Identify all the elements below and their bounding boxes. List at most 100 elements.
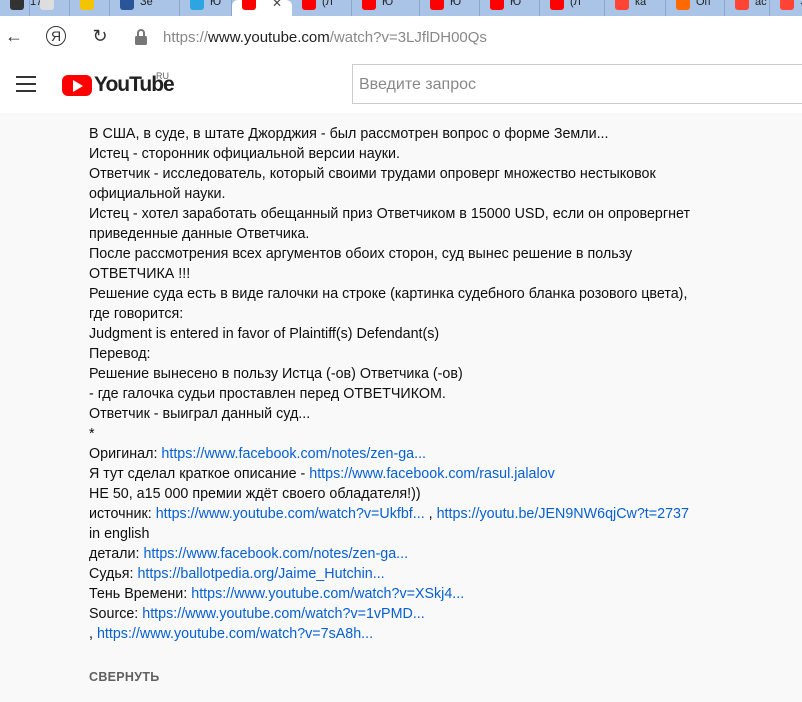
lock-icon	[135, 29, 147, 45]
browser-tab[interactable]: Ю	[480, 0, 540, 16]
description-text: ,	[424, 506, 437, 522]
logo-region: RU	[156, 71, 169, 81]
description-line: Ответчик - исследователь, который своими…	[89, 164, 789, 184]
collapse-button[interactable]: СВЕРНУТЬ	[89, 670, 160, 684]
description-line: Истец - хотел заработать обещанный приз …	[89, 204, 789, 224]
description-line: Judgment is entered in favor of Plaintif…	[89, 324, 789, 344]
tab-favicon-icon	[190, 0, 204, 10]
browser-tab[interactable]: (Л	[292, 0, 352, 16]
browser-tab[interactable]: Ю	[352, 0, 420, 16]
description-link[interactable]: https://www.youtube.com/watch?v=7sA8h...	[97, 626, 373, 642]
description-line: , https://www.youtube.com/watch?v=7sA8h.…	[89, 624, 789, 644]
tab-favicon-icon	[120, 0, 134, 10]
tab-label: Ю	[510, 0, 522, 8]
tab-favicon-icon	[550, 0, 564, 10]
description-line: Source: https://www.youtube.com/watch?v=…	[89, 604, 789, 624]
description-line: НЕ 50, а15 000 премии ждёт своего облада…	[89, 484, 789, 504]
browser-tab[interactable]: ас	[725, 0, 770, 16]
browser-tab[interactable]: Ю	[180, 0, 232, 16]
tab-label: Ю	[210, 0, 222, 8]
description-text: Судья:	[89, 566, 138, 582]
tab-label: ас	[755, 0, 767, 8]
browser-tab[interactable]: Ю	[420, 0, 480, 16]
browser-address-bar: ← Я ↻ https://www.youtube.com/watch?v=3L…	[0, 16, 802, 59]
tab-label: Ю	[382, 0, 394, 8]
description-line: Решение вынесено в пользу Истца (-ов) От…	[89, 364, 789, 384]
description-link[interactable]: https://www.facebook.com/notes/zen-ga...	[143, 546, 408, 562]
description-link[interactable]: https://www.facebook.com/notes/zen-ga...	[161, 446, 426, 462]
tab-favicon-icon	[80, 0, 94, 10]
description-line: Судья: https://ballotpedia.org/Jaime_Hut…	[89, 564, 789, 584]
url-path: /watch?v=3LJflDH00Qs	[329, 29, 487, 46]
description-line: Тень Времени: https://www.youtube.com/wa…	[89, 584, 789, 604]
description-line: официальной науки.	[89, 184, 789, 204]
description-text: Source:	[89, 606, 143, 622]
description-line: - где галочка судьи проставлен перед ОТВ…	[89, 384, 789, 404]
description-link[interactable]: https://www.youtube.com/watch?v=Ukfbf...	[156, 506, 425, 522]
tab-label: Оп	[696, 0, 711, 8]
browser-tab[interactable]: 17	[0, 0, 42, 16]
browser-tab[interactable]	[70, 0, 110, 16]
description-line: приведенные данные Ответчика.	[89, 224, 789, 244]
description-text: В США, в суде, в штате Джорджия - был ра…	[89, 126, 609, 142]
browser-tab[interactable]: ЭЙ	[770, 0, 802, 16]
browser-tab[interactable]	[30, 0, 70, 16]
tab-favicon-icon	[362, 0, 376, 10]
hamburger-menu-icon[interactable]	[16, 76, 36, 92]
tab-favicon-icon	[40, 0, 54, 10]
tab-label: (Л	[322, 0, 333, 8]
description-text: НЕ 50, а15 000 премии ждёт своего облада…	[89, 486, 421, 502]
description-text: Оригинал:	[89, 446, 162, 462]
close-tab-icon[interactable]: ✕	[272, 0, 282, 10]
browser-tab[interactable]: ка	[605, 0, 666, 16]
description-link[interactable]: https://ballotpedia.org/Jaime_Hutchin...	[137, 566, 384, 582]
url-field[interactable]: https://www.youtube.com/watch?v=3LJflDH0…	[163, 29, 487, 46]
description-link[interactable]: https://www.facebook.com/rasul.jalalov	[309, 466, 555, 482]
description-line: in english	[89, 524, 789, 544]
tab-label: Ю	[450, 0, 462, 8]
description-text: Истец - сторонник официальной версии нау…	[89, 146, 400, 162]
url-protocol: https://	[163, 29, 209, 46]
description-text: детали:	[89, 546, 144, 562]
tab-favicon-icon	[735, 0, 749, 10]
video-description: В США, в суде, в штате Джорджия - был ра…	[89, 124, 789, 644]
description-text: где говорится:	[89, 306, 184, 322]
browser-tab-strip: 17 Зе Ю ✕ (Л Ю Ю Ю (Л ка Оп асЭЙ	[0, 0, 802, 16]
description-text: in english	[89, 526, 150, 542]
browser-tab[interactable]: (Л	[540, 0, 605, 16]
tab-favicon-icon	[242, 0, 256, 10]
yandex-button[interactable]: Я	[46, 26, 66, 46]
browser-tab[interactable]: Зе	[110, 0, 180, 16]
description-text: - где галочка судьи проставлен перед ОТВ…	[89, 386, 446, 402]
tab-favicon-icon	[780, 0, 794, 10]
description-text: Решение суда есть в виде галочки на стро…	[89, 286, 688, 302]
tab-label: ка	[635, 0, 647, 8]
browser-tab[interactable]: Оп	[666, 0, 725, 16]
tab-favicon-icon	[676, 0, 690, 10]
search-input[interactable]: Введите запрос	[352, 64, 802, 104]
description-text: ОТВЕТЧИКА !!!	[89, 266, 191, 282]
description-text: Тень Времени:	[89, 586, 192, 602]
description-line: После рассмотрения всех аргументов обоих…	[89, 244, 789, 264]
description-link[interactable]: https://www.youtube.com/watch?v=1vPMD...	[142, 606, 424, 622]
description-text: Я тут сделал краткое описание -	[89, 466, 310, 482]
description-line: Истец - сторонник официальной версии нау…	[89, 144, 789, 164]
description-line: Перевод:	[89, 344, 789, 364]
tab-label: Зе	[140, 0, 153, 8]
tab-favicon-icon	[615, 0, 629, 10]
reload-button[interactable]: ↻	[88, 24, 112, 48]
description-link[interactable]: https://youtu.be/JEN9NW6qjCw?t=2737	[437, 506, 689, 522]
tab-label: (Л	[570, 0, 581, 8]
description-text: источник:	[89, 506, 156, 522]
description-text: Judgment is entered in favor of Plaintif…	[89, 326, 440, 342]
search-placeholder: Введите запрос	[359, 76, 476, 93]
description-line: *	[89, 424, 789, 444]
description-text: Перевод:	[89, 346, 151, 362]
url-host: www.youtube.com	[208, 29, 330, 46]
back-button[interactable]: ←	[2, 24, 26, 48]
description-text: Истец - хотел заработать обещанный приз …	[89, 206, 691, 222]
browser-tab[interactable]: ✕	[232, 0, 292, 16]
description-link[interactable]: https://www.youtube.com/watch?v=XSkj4...	[191, 586, 464, 602]
tab-favicon-icon	[430, 0, 444, 10]
description-text: официальной науки.	[89, 186, 226, 202]
